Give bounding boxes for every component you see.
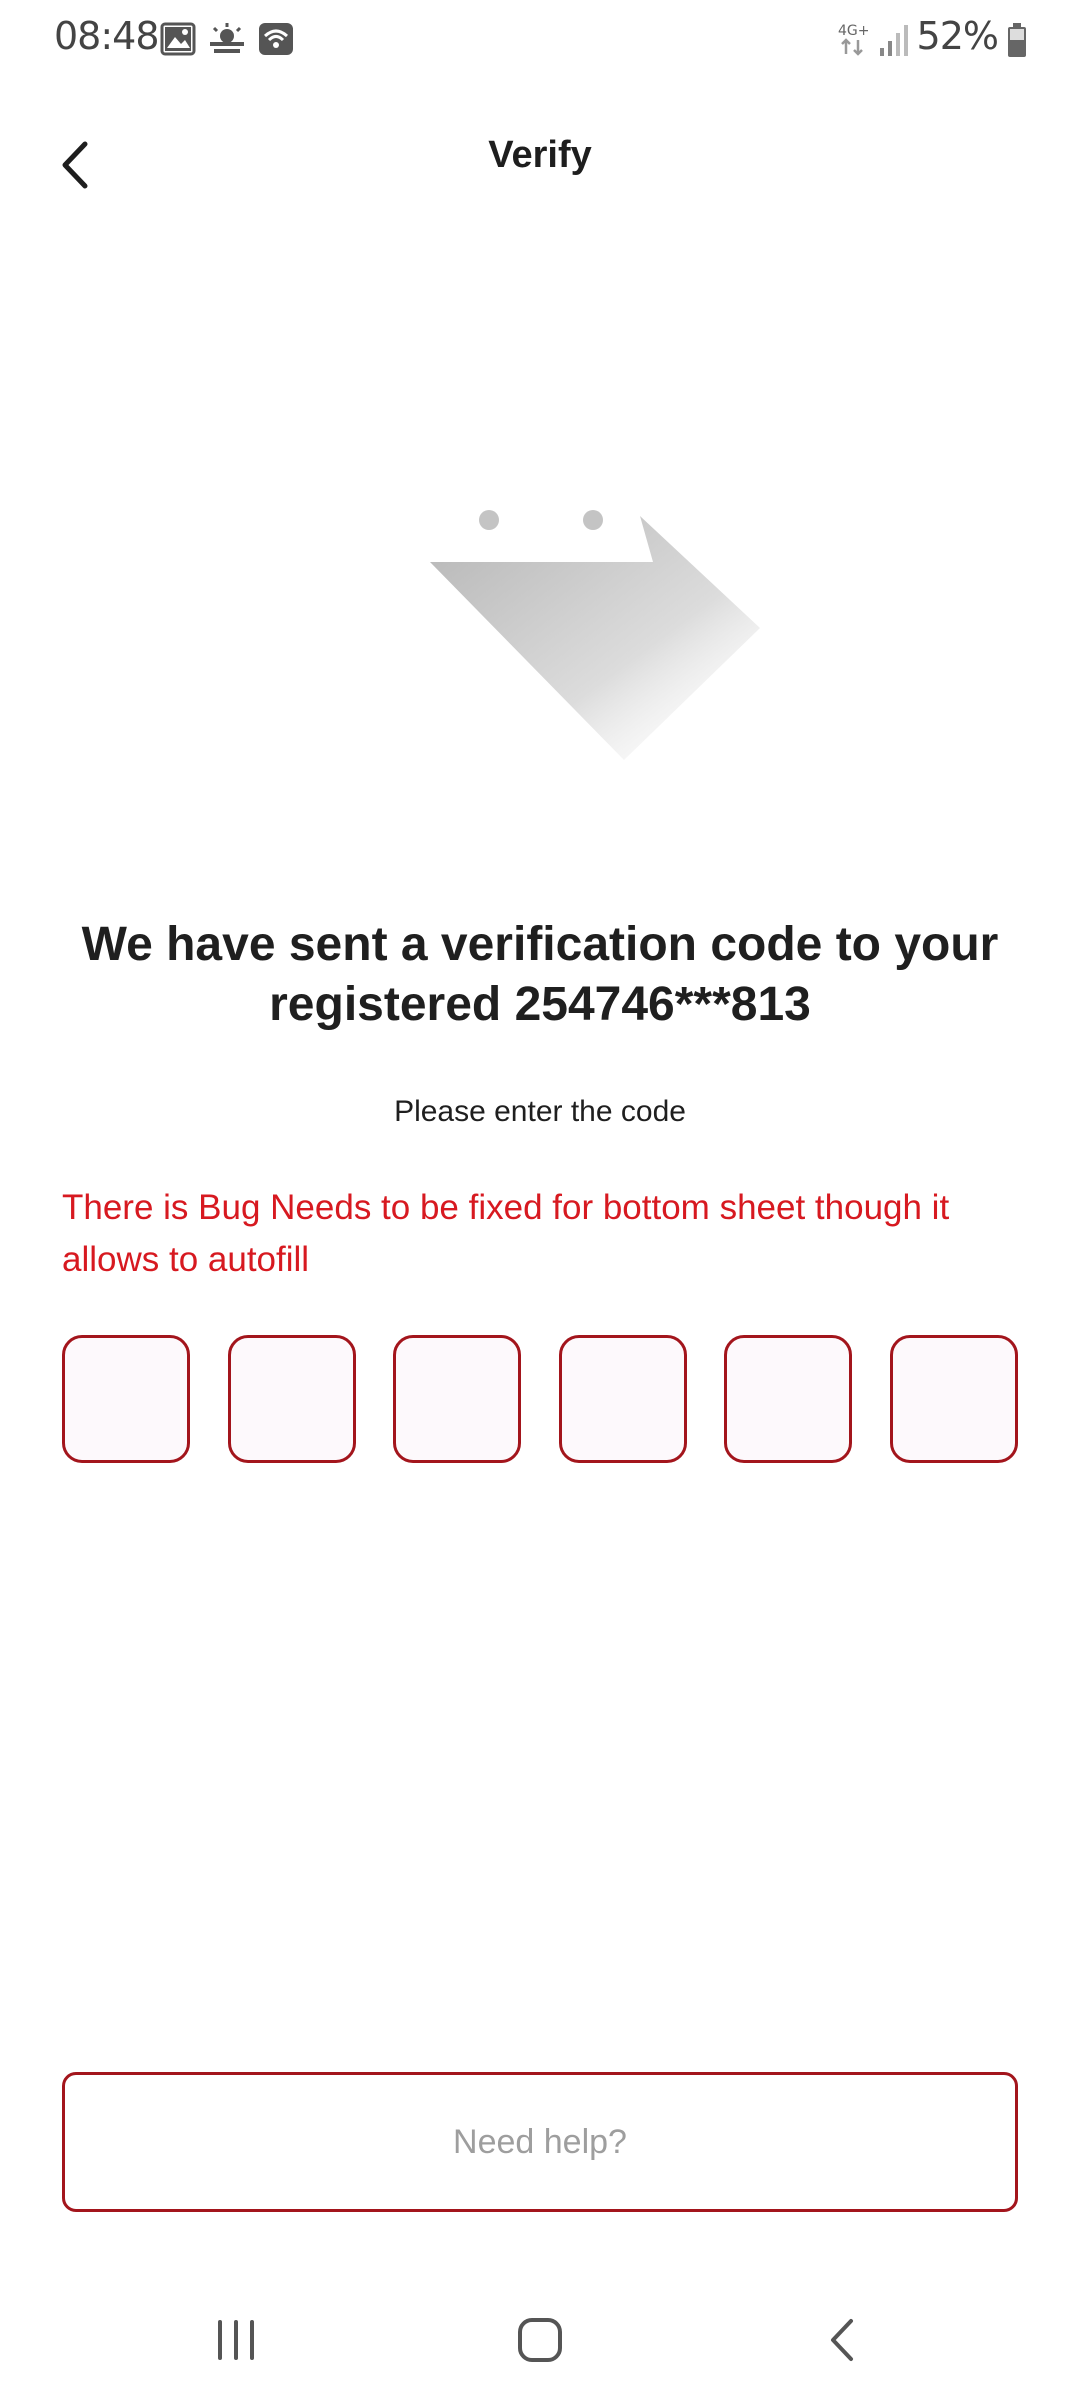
otp-digit-5[interactable] xyxy=(724,1335,853,1463)
verification-illustration xyxy=(400,480,780,780)
verify-screen: 08:48 4G+ 52% Verify We have sent a veri… xyxy=(0,0,1080,2400)
weather-icon xyxy=(208,22,246,61)
home-button[interactable] xyxy=(500,2310,580,2370)
otp-input-row xyxy=(62,1335,1018,1467)
recents-button[interactable] xyxy=(196,2310,276,2370)
need-help-label: Need help? xyxy=(453,2122,627,2161)
battery-icon xyxy=(1006,22,1028,63)
top-app-bar: Verify xyxy=(0,110,1080,220)
enter-code-instruction: Please enter the code xyxy=(394,1095,686,1128)
wifi-icon xyxy=(258,22,294,61)
page-title: Verify xyxy=(488,134,592,176)
otp-digit-6[interactable] xyxy=(889,1335,1018,1463)
status-bar: 08:48 4G+ 52% xyxy=(0,0,1080,80)
otp-digit-3[interactable] xyxy=(393,1335,522,1463)
battery-percentage: 52% xyxy=(916,14,999,58)
network-4g-icon: 4G+ xyxy=(838,22,872,63)
verification-message: We have sent a verification code to your… xyxy=(81,918,999,1031)
home-icon xyxy=(518,2318,562,2362)
need-help-button[interactable]: Need help? xyxy=(62,2072,1018,2212)
signal-icon xyxy=(878,22,912,63)
nav-back-button[interactable] xyxy=(802,2310,882,2370)
system-nav-bar xyxy=(0,2280,1080,2400)
image-icon xyxy=(160,22,196,61)
status-time: 08:48 xyxy=(54,14,160,58)
recents-icon xyxy=(218,2320,254,2360)
network-type-label: 4G+ xyxy=(838,23,870,39)
back-icon xyxy=(831,2319,853,2361)
otp-digit-2[interactable] xyxy=(227,1335,356,1463)
otp-digit-4[interactable] xyxy=(558,1335,687,1463)
otp-digit-1[interactable] xyxy=(62,1335,190,1463)
bug-note-text: There is Bug Needs to be fixed for botto… xyxy=(62,1188,950,1279)
